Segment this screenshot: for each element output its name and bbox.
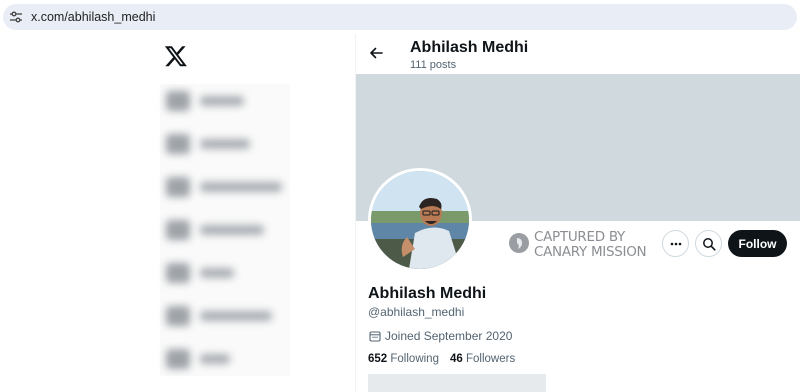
sidebar-item[interactable] [160,346,290,372]
sidebar-item[interactable] [160,217,290,243]
browser-toolbar: x.com/abhilash_medhi [0,0,800,34]
content-placeholder [368,374,546,392]
url-text[interactable]: x.com/abhilash_medhi [31,9,155,25]
watermark-line2: CANARY MISSION [534,244,647,260]
calendar-icon [369,331,381,342]
search-icon [703,238,716,251]
sidebar-item[interactable] [160,260,290,286]
followers-label: Followers [466,353,516,365]
user-handle: @abhilash_medhi [368,305,465,319]
sidebar-nav-blurred [160,84,290,376]
following-label: Following [390,353,439,365]
follow-button[interactable]: Follow [728,230,787,257]
more-horizontal-icon [670,242,682,246]
sidebar-item[interactable] [160,131,290,157]
followers-count: 46 [450,353,463,365]
avatar[interactable] [368,168,472,272]
captured-by-watermark: CAPTURED BY CANARY MISSION [508,228,648,262]
x-logo-icon[interactable] [164,44,188,68]
page-title: Abhilash Medhi [410,39,529,56]
sidebar-item[interactable] [160,303,290,329]
following-link[interactable]: 652 Following [368,353,439,365]
joined-date: Joined September 2020 [385,329,513,343]
post-count: 111 posts [410,59,457,71]
watermark-line1: CAPTURED BY [534,229,625,245]
sidebar-item[interactable] [160,174,290,200]
canary-mission-logo-icon [509,233,529,253]
more-button[interactable] [662,230,689,257]
arrow-left-icon[interactable] [368,45,384,61]
search-profile-button[interactable] [695,230,722,257]
address-bar[interactable]: x.com/abhilash_medhi [3,4,797,30]
sidebar-item[interactable] [160,88,290,114]
display-name: Abhilash Medhi [368,285,487,302]
following-count: 652 [368,353,388,365]
tune-icon[interactable] [9,10,23,24]
followers-link[interactable]: 46 Followers [450,353,515,365]
